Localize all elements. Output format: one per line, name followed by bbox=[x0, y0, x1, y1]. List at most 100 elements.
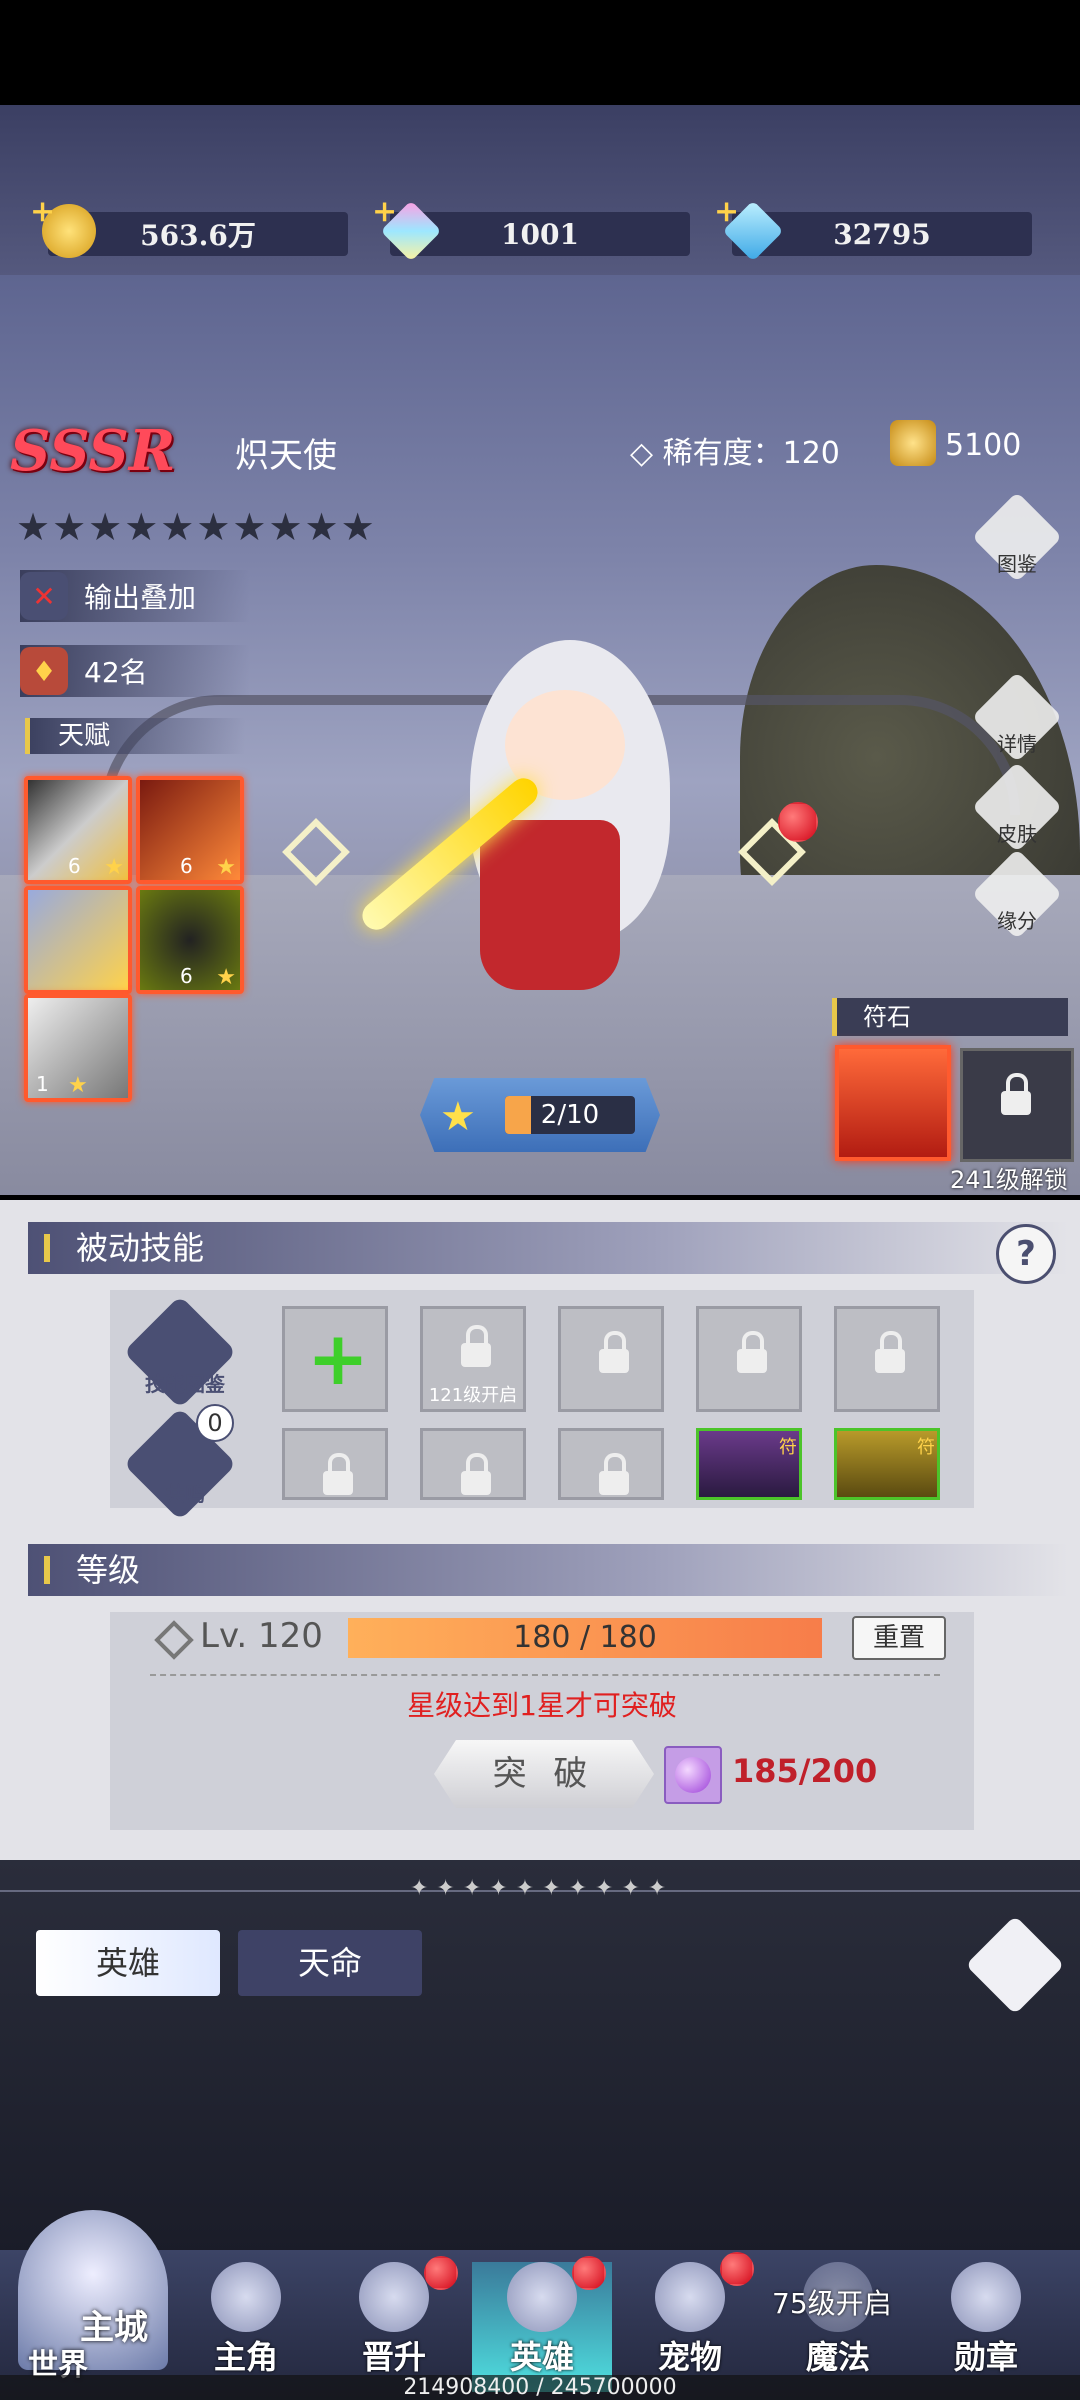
star-up-icon: ★ bbox=[440, 1094, 476, 1140]
skill-slot-locked[interactable] bbox=[834, 1306, 940, 1412]
lock-icon bbox=[323, 1453, 353, 1497]
star-icon: ★ bbox=[68, 1073, 88, 1098]
skill-slot-locked[interactable] bbox=[558, 1306, 664, 1412]
break-cost: 185/200 bbox=[732, 1752, 878, 1790]
skill-slot-locked[interactable] bbox=[282, 1428, 388, 1500]
star-icon: ★ bbox=[216, 965, 236, 990]
talent-count: 6 bbox=[180, 964, 193, 988]
lock-icon bbox=[1001, 1073, 1031, 1117]
atlas-label: 图鉴 bbox=[997, 552, 1037, 576]
skill-atlas-label: 技能图鉴 bbox=[145, 1372, 225, 1396]
decor-star: ✦✦✦✦✦✦✦✦✦✦ bbox=[410, 1876, 675, 1901]
resonance-label: 共鸣 bbox=[165, 1482, 205, 1506]
details-label: 详情 bbox=[997, 732, 1037, 756]
skill-slot-rune-2[interactable]: 符 bbox=[834, 1428, 940, 1500]
nav-label: 魔法 bbox=[805, 2338, 870, 2376]
star-icon: ★ bbox=[216, 855, 236, 880]
pet-badge bbox=[720, 2252, 754, 2286]
resonance-count: 0 bbox=[196, 1404, 234, 1442]
rune-tag: 符 bbox=[917, 1437, 935, 1458]
skin-label: 皮肤 bbox=[997, 822, 1037, 846]
skill-slot-locked[interactable] bbox=[558, 1428, 664, 1500]
level-label: Lv. 120 bbox=[200, 1616, 323, 1656]
rune-tag: 符 bbox=[779, 1437, 797, 1458]
hero-badge bbox=[572, 2256, 606, 2290]
divider bbox=[150, 1674, 940, 1676]
rune-unlock-text: 241级解锁 bbox=[950, 1166, 1068, 1194]
skill-slot-rune-1[interactable]: 符 bbox=[696, 1428, 802, 1500]
protagonist-icon bbox=[211, 2262, 281, 2332]
role-tag-label: 输出叠加 bbox=[84, 581, 197, 614]
star-icon: ★ bbox=[104, 855, 124, 880]
skill-slot-locked[interactable] bbox=[696, 1306, 802, 1412]
talent-count: 6 bbox=[68, 854, 81, 878]
status-bar bbox=[0, 0, 1080, 105]
break-warning: 星级达到1星才可突破 bbox=[407, 1689, 677, 1722]
gem-amount: 1001 bbox=[501, 217, 579, 251]
talent-slot-3[interactable] bbox=[24, 886, 132, 994]
talent-count: 1 bbox=[36, 1072, 49, 1096]
help-button[interactable]: ? bbox=[996, 1224, 1056, 1284]
rarity-value: 稀有度：120 bbox=[662, 436, 840, 471]
talent-slot-4[interactable]: 6 ★ bbox=[136, 886, 244, 994]
tab-destiny[interactable]: 天命 bbox=[238, 1930, 422, 1996]
gold-amount: 563.6万 bbox=[140, 219, 256, 252]
nav-label: 勋章 bbox=[953, 2338, 1018, 2376]
promotion-icon bbox=[359, 2262, 429, 2332]
purple-orb-icon bbox=[664, 1746, 722, 1804]
talent-count: 6 bbox=[180, 854, 193, 878]
nav-medal[interactable]: 勋章 bbox=[916, 2262, 1056, 2392]
exp-text: 180 / 180 bbox=[513, 1620, 657, 1655]
reset-button[interactable]: 重置 bbox=[852, 1616, 946, 1660]
rarity-grade: SSSR bbox=[10, 418, 176, 484]
passive-skill-header: 被动技能 bbox=[28, 1222, 1068, 1274]
notification-dot bbox=[778, 802, 818, 842]
rune-slot-1[interactable] bbox=[835, 1045, 951, 1161]
nav-protagonist[interactable]: 主角 bbox=[176, 2262, 316, 2392]
add-gem-icon[interactable]: + bbox=[372, 194, 397, 229]
crossed-swords-icon: ✕ bbox=[20, 572, 68, 620]
role-tag: ✕ 输出叠加 bbox=[20, 570, 250, 622]
rank-tag[interactable]: ♦ 42名 bbox=[20, 645, 250, 697]
skill-slot-locked[interactable]: 121级开启 bbox=[420, 1306, 526, 1412]
hero-helmet-icon bbox=[507, 2262, 577, 2332]
flame-icon: ♦ bbox=[20, 647, 68, 695]
rank-label: 42名 bbox=[84, 656, 148, 689]
bottom-area bbox=[0, 1860, 1080, 2260]
hero-name: 炽天使 bbox=[235, 436, 337, 476]
add-gold-icon[interactable]: + bbox=[30, 194, 55, 229]
lock-icon bbox=[599, 1453, 629, 1497]
skill-slot-locked[interactable] bbox=[420, 1428, 526, 1500]
nav-label: 宠物 bbox=[657, 2338, 722, 2376]
diamond-amount: 32795 bbox=[833, 217, 931, 251]
gold-currency[interactable]: + 563.6万 bbox=[30, 194, 348, 258]
promotion-badge bbox=[424, 2256, 458, 2290]
lock-icon bbox=[599, 1331, 629, 1375]
crown-icon bbox=[890, 420, 936, 466]
talent-header: 天赋 bbox=[25, 718, 245, 754]
talent-slot-2[interactable]: 6 ★ bbox=[136, 776, 244, 884]
plus-icon: + bbox=[307, 1316, 370, 1402]
star-rating: ★★★★★★★★★★ bbox=[16, 505, 377, 549]
tab-hero[interactable]: 英雄 bbox=[36, 1930, 220, 1996]
rune-header: 符石 bbox=[832, 998, 1068, 1036]
bond-label: 缘分 bbox=[997, 909, 1037, 933]
castle-label: 主城 bbox=[80, 2308, 148, 2348]
skill-slot-add[interactable]: + bbox=[282, 1306, 388, 1412]
lock-icon bbox=[461, 1325, 491, 1369]
break-button[interactable]: 突 破 bbox=[434, 1740, 654, 1808]
lock-icon bbox=[737, 1331, 767, 1375]
lock-icon bbox=[875, 1331, 905, 1375]
talent-slot-1[interactable]: 6 ★ bbox=[24, 776, 132, 884]
medal-icon bbox=[951, 2262, 1021, 2332]
nav-label: 晋升 bbox=[361, 2338, 426, 2376]
rune-slot-locked[interactable] bbox=[960, 1048, 1074, 1162]
hero-dress bbox=[480, 820, 620, 990]
diamond-currency[interactable]: + 32795 bbox=[714, 194, 1032, 262]
gem-currency[interactable]: + 1001 bbox=[372, 194, 690, 262]
add-diamond-icon[interactable]: + bbox=[714, 194, 739, 229]
slot-unlock-text: 121级开启 bbox=[428, 1385, 518, 1406]
rarity-label: ◇ 稀有度：120 bbox=[630, 436, 840, 471]
talent-slot-5[interactable]: 1 ★ bbox=[24, 994, 132, 1102]
pet-icon bbox=[655, 2262, 725, 2332]
